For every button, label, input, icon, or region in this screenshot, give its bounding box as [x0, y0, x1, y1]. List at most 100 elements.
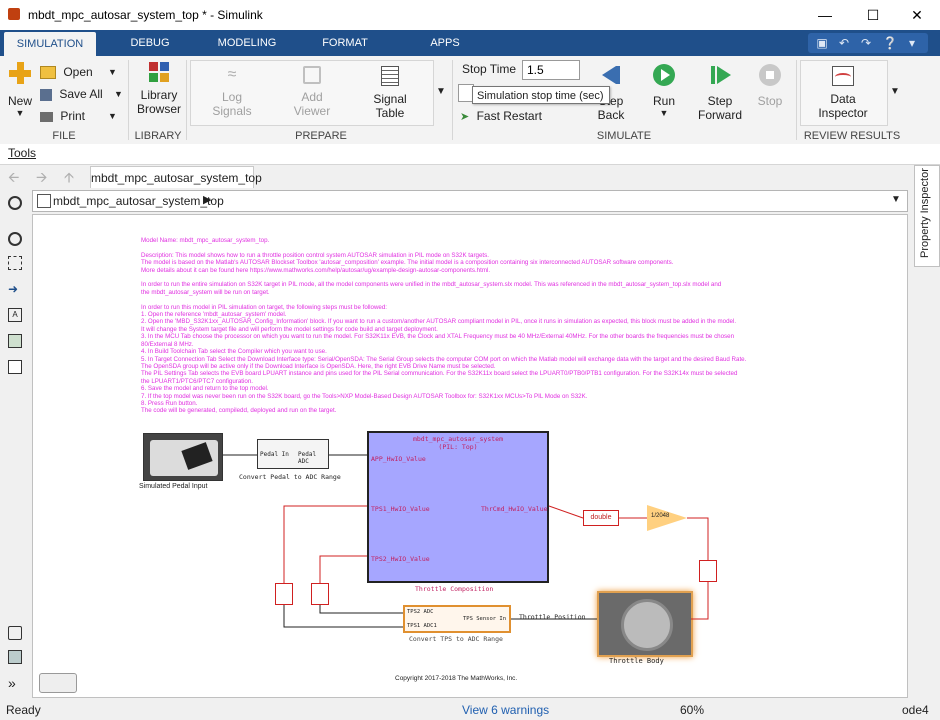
table-icon	[381, 66, 399, 86]
model-canvas[interactable]: Model Name: mbdt_mpc_autosar_system_top.…	[32, 214, 908, 698]
view-controls[interactable]	[39, 673, 77, 693]
divider	[186, 60, 187, 140]
group-label-prepare: PREPARE	[295, 130, 347, 142]
save-icon	[40, 88, 52, 101]
library-label-2: Browser	[136, 102, 181, 116]
print-button[interactable]: Print ▼	[40, 106, 120, 126]
solver-name: ode4	[902, 703, 929, 717]
expand-icon[interactable]: »	[8, 676, 22, 690]
inspector-chart-icon	[832, 66, 854, 86]
fast-restart-label: Fast Restart	[476, 109, 542, 123]
log-label-1: Log	[221, 90, 243, 104]
tab-debug[interactable]: DEBUG	[112, 30, 188, 56]
model-tab[interactable]: mbdt_mpc_autosar_system_top	[90, 166, 262, 188]
step-forward-button[interactable]: Step Forward	[694, 64, 746, 122]
stop-time-input[interactable]	[522, 60, 580, 80]
close-button[interactable]: ✕	[894, 0, 940, 30]
print-label: Print	[60, 109, 86, 123]
screenshot-icon[interactable]	[8, 626, 22, 640]
status-bar: Ready View 6 warnings 60% ode4	[0, 700, 940, 720]
library-browser-button[interactable]: Library Browser	[134, 62, 184, 116]
simulink-app-icon	[8, 8, 20, 20]
breadcrumb-chevron-icon[interactable]: ▶	[203, 193, 211, 206]
zoom-level: 60%	[680, 703, 705, 717]
fit-to-view-icon[interactable]	[8, 256, 22, 270]
tab-format[interactable]: FORMAT	[308, 30, 382, 56]
left-toolbar: ➜ A »	[0, 190, 30, 700]
maximize-button[interactable]: ☐	[850, 0, 896, 30]
new-button[interactable]: New ▼	[6, 62, 34, 118]
hide-show-icon[interactable]	[8, 196, 22, 210]
breadcrumb-label[interactable]: mbdt_mpc_autosar_system_top	[53, 194, 224, 208]
step-fwd-label-1: Step	[707, 94, 733, 108]
step-fwd-label-2: Forward	[697, 108, 742, 122]
library-label-1: Library	[140, 88, 178, 102]
tab-simulation[interactable]: SIMULATION	[4, 32, 96, 56]
add-label-2: Viewer	[293, 104, 331, 118]
chevron-down-icon: ▼	[108, 67, 117, 77]
gallery-expand-icon[interactable]: ▼	[890, 86, 900, 97]
wifi-icon: ≈	[227, 66, 237, 83]
open-label: Open	[63, 65, 93, 79]
printer-icon	[40, 111, 53, 122]
divider	[452, 60, 453, 140]
add-viewer-button[interactable]: Add Viewer	[284, 66, 340, 118]
step-forward-icon	[709, 64, 731, 86]
model-icon	[37, 194, 51, 208]
log-signals-button[interactable]: ≈ Log Signals	[204, 66, 260, 118]
help-icon[interactable]: ❔	[882, 35, 898, 51]
data-inspector-button[interactable]: Data Inspector	[806, 66, 880, 120]
stop-icon	[759, 64, 781, 86]
forward-arrow-icon[interactable]: 🡪	[36, 167, 47, 191]
folder-icon	[40, 66, 56, 80]
play-icon	[653, 64, 675, 86]
tab-modeling[interactable]: MODELING	[206, 30, 288, 56]
signal-table-button[interactable]: Signal Table	[362, 66, 418, 120]
chevron-down-icon: ▼	[114, 89, 123, 99]
image-icon[interactable]	[8, 334, 22, 348]
run-button[interactable]: Run ▼	[646, 64, 682, 118]
stop-time-tooltip: Simulation stop time (sec)	[472, 86, 610, 104]
gallery-expand-icon[interactable]: ▼	[436, 86, 446, 97]
tab-apps[interactable]: APPS	[410, 30, 480, 56]
chevron-down-icon[interactable]: ▼	[891, 194, 901, 205]
tools-menu[interactable]: Tools	[8, 146, 36, 160]
signal-label-1: Signal	[373, 92, 407, 106]
chevron-down-icon: ▼	[108, 111, 117, 121]
divider	[796, 60, 797, 140]
run-label: Run	[652, 94, 675, 108]
warnings-link[interactable]: View 6 warnings	[462, 700, 549, 720]
minimize-button[interactable]: —	[802, 0, 848, 30]
model-browser-icon[interactable]	[8, 650, 22, 664]
step-back-icon	[600, 64, 622, 86]
window-title: mbdt_mpc_autosar_system_top * - Simulink	[28, 8, 263, 22]
fast-restart-button[interactable]: ➤ Fast Restart	[460, 106, 560, 126]
stop-button[interactable]: Stop	[752, 64, 788, 108]
arrow-right-icon[interactable]: ➜	[8, 282, 22, 296]
annotation-icon[interactable]: A	[8, 308, 22, 322]
viewer-icon	[303, 66, 321, 84]
zoom-icon[interactable]	[8, 232, 22, 246]
open-button[interactable]: Open ▼	[40, 62, 120, 82]
group-label-simulate: SIMULATE	[596, 130, 652, 142]
copyright-text: Copyright 2017-2018 The MathWorks, Inc.	[395, 675, 518, 682]
ribbon-tab-bar: SIMULATION DEBUG MODELING FORMAT APPS ▣ …	[0, 30, 940, 56]
log-label-2: Signals	[212, 104, 252, 118]
redo-icon[interactable]: ↷	[858, 35, 874, 51]
divider	[128, 60, 129, 140]
group-label-file: FILE	[52, 130, 76, 142]
save-all-button[interactable]: Save All ▼	[40, 84, 123, 104]
new-label: New	[7, 94, 32, 108]
back-arrow-icon[interactable]: 🡨	[8, 167, 19, 191]
up-arrow-icon[interactable]: 🡩	[64, 167, 74, 191]
stop-label: Stop	[757, 94, 783, 108]
area-icon[interactable]	[8, 360, 22, 374]
property-inspector-tab[interactable]: Property Inspector	[914, 165, 940, 267]
save-icon[interactable]: ▣	[814, 35, 830, 51]
library-grid-icon	[149, 62, 169, 82]
chevron-down-icon: ▼	[659, 108, 669, 118]
inspector-label-1: Data	[830, 92, 856, 106]
inspector-label-2: Inspector	[818, 106, 868, 120]
chevron-down-icon[interactable]: ▾	[904, 35, 920, 51]
undo-icon[interactable]: ↶	[836, 35, 852, 51]
